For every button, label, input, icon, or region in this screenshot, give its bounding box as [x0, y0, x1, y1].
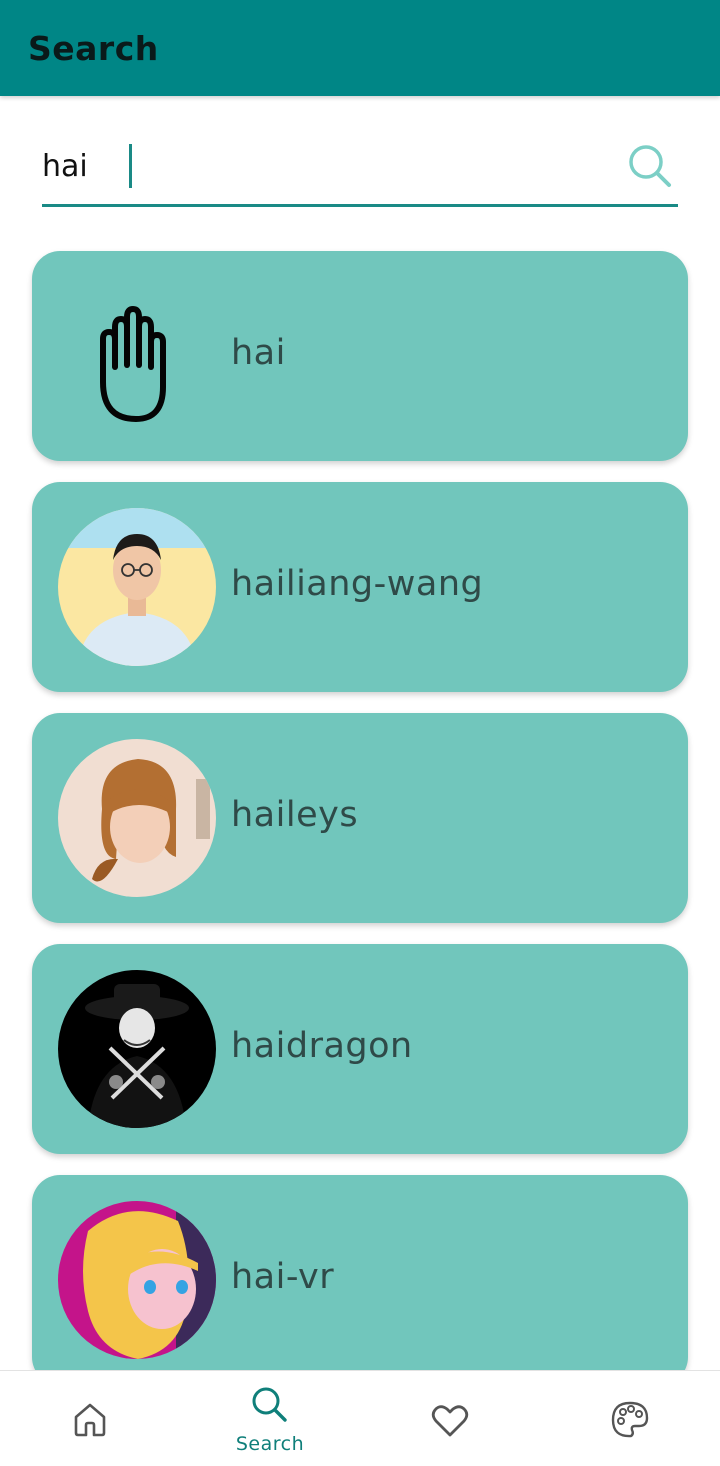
search-icon — [250, 1385, 290, 1429]
text-cursor — [129, 144, 132, 188]
result-username: haileys — [231, 795, 359, 835]
results-list: hai hailiang-wang haileys haidragon hai-… — [32, 251, 688, 1406]
result-card[interactable]: hailiang-wang — [32, 482, 688, 692]
nav-home[interactable] — [0, 1371, 180, 1466]
user-avatar — [58, 970, 216, 1128]
page-title: Search — [28, 28, 159, 68]
result-card[interactable]: hai — [32, 251, 688, 461]
result-card[interactable]: hai-vr — [32, 1175, 688, 1385]
result-username: hai-vr — [231, 1257, 335, 1297]
nav-search[interactable]: Search — [180, 1371, 360, 1466]
result-username: hai — [231, 333, 286, 373]
nav-theme[interactable] — [540, 1371, 720, 1466]
bottom-navigation: Search — [0, 1370, 720, 1466]
heart-icon — [430, 1401, 470, 1445]
search-input[interactable] — [42, 138, 602, 194]
search-icon[interactable] — [626, 142, 676, 192]
app-bar: Search — [0, 0, 720, 96]
user-avatar — [58, 1201, 216, 1359]
result-username: hailiang-wang — [231, 564, 484, 604]
home-icon — [70, 1399, 110, 1443]
nav-search-label: Search — [235, 1433, 305, 1455]
raised-hand-icon — [58, 277, 216, 435]
palette-icon — [609, 1399, 651, 1445]
result-username: haidragon — [231, 1026, 413, 1066]
user-avatar — [58, 739, 216, 897]
result-card[interactable]: haileys — [32, 713, 688, 923]
nav-favorites[interactable] — [360, 1371, 540, 1466]
search-box — [42, 130, 678, 207]
result-card[interactable]: haidragon — [32, 944, 688, 1154]
user-avatar — [58, 508, 216, 666]
